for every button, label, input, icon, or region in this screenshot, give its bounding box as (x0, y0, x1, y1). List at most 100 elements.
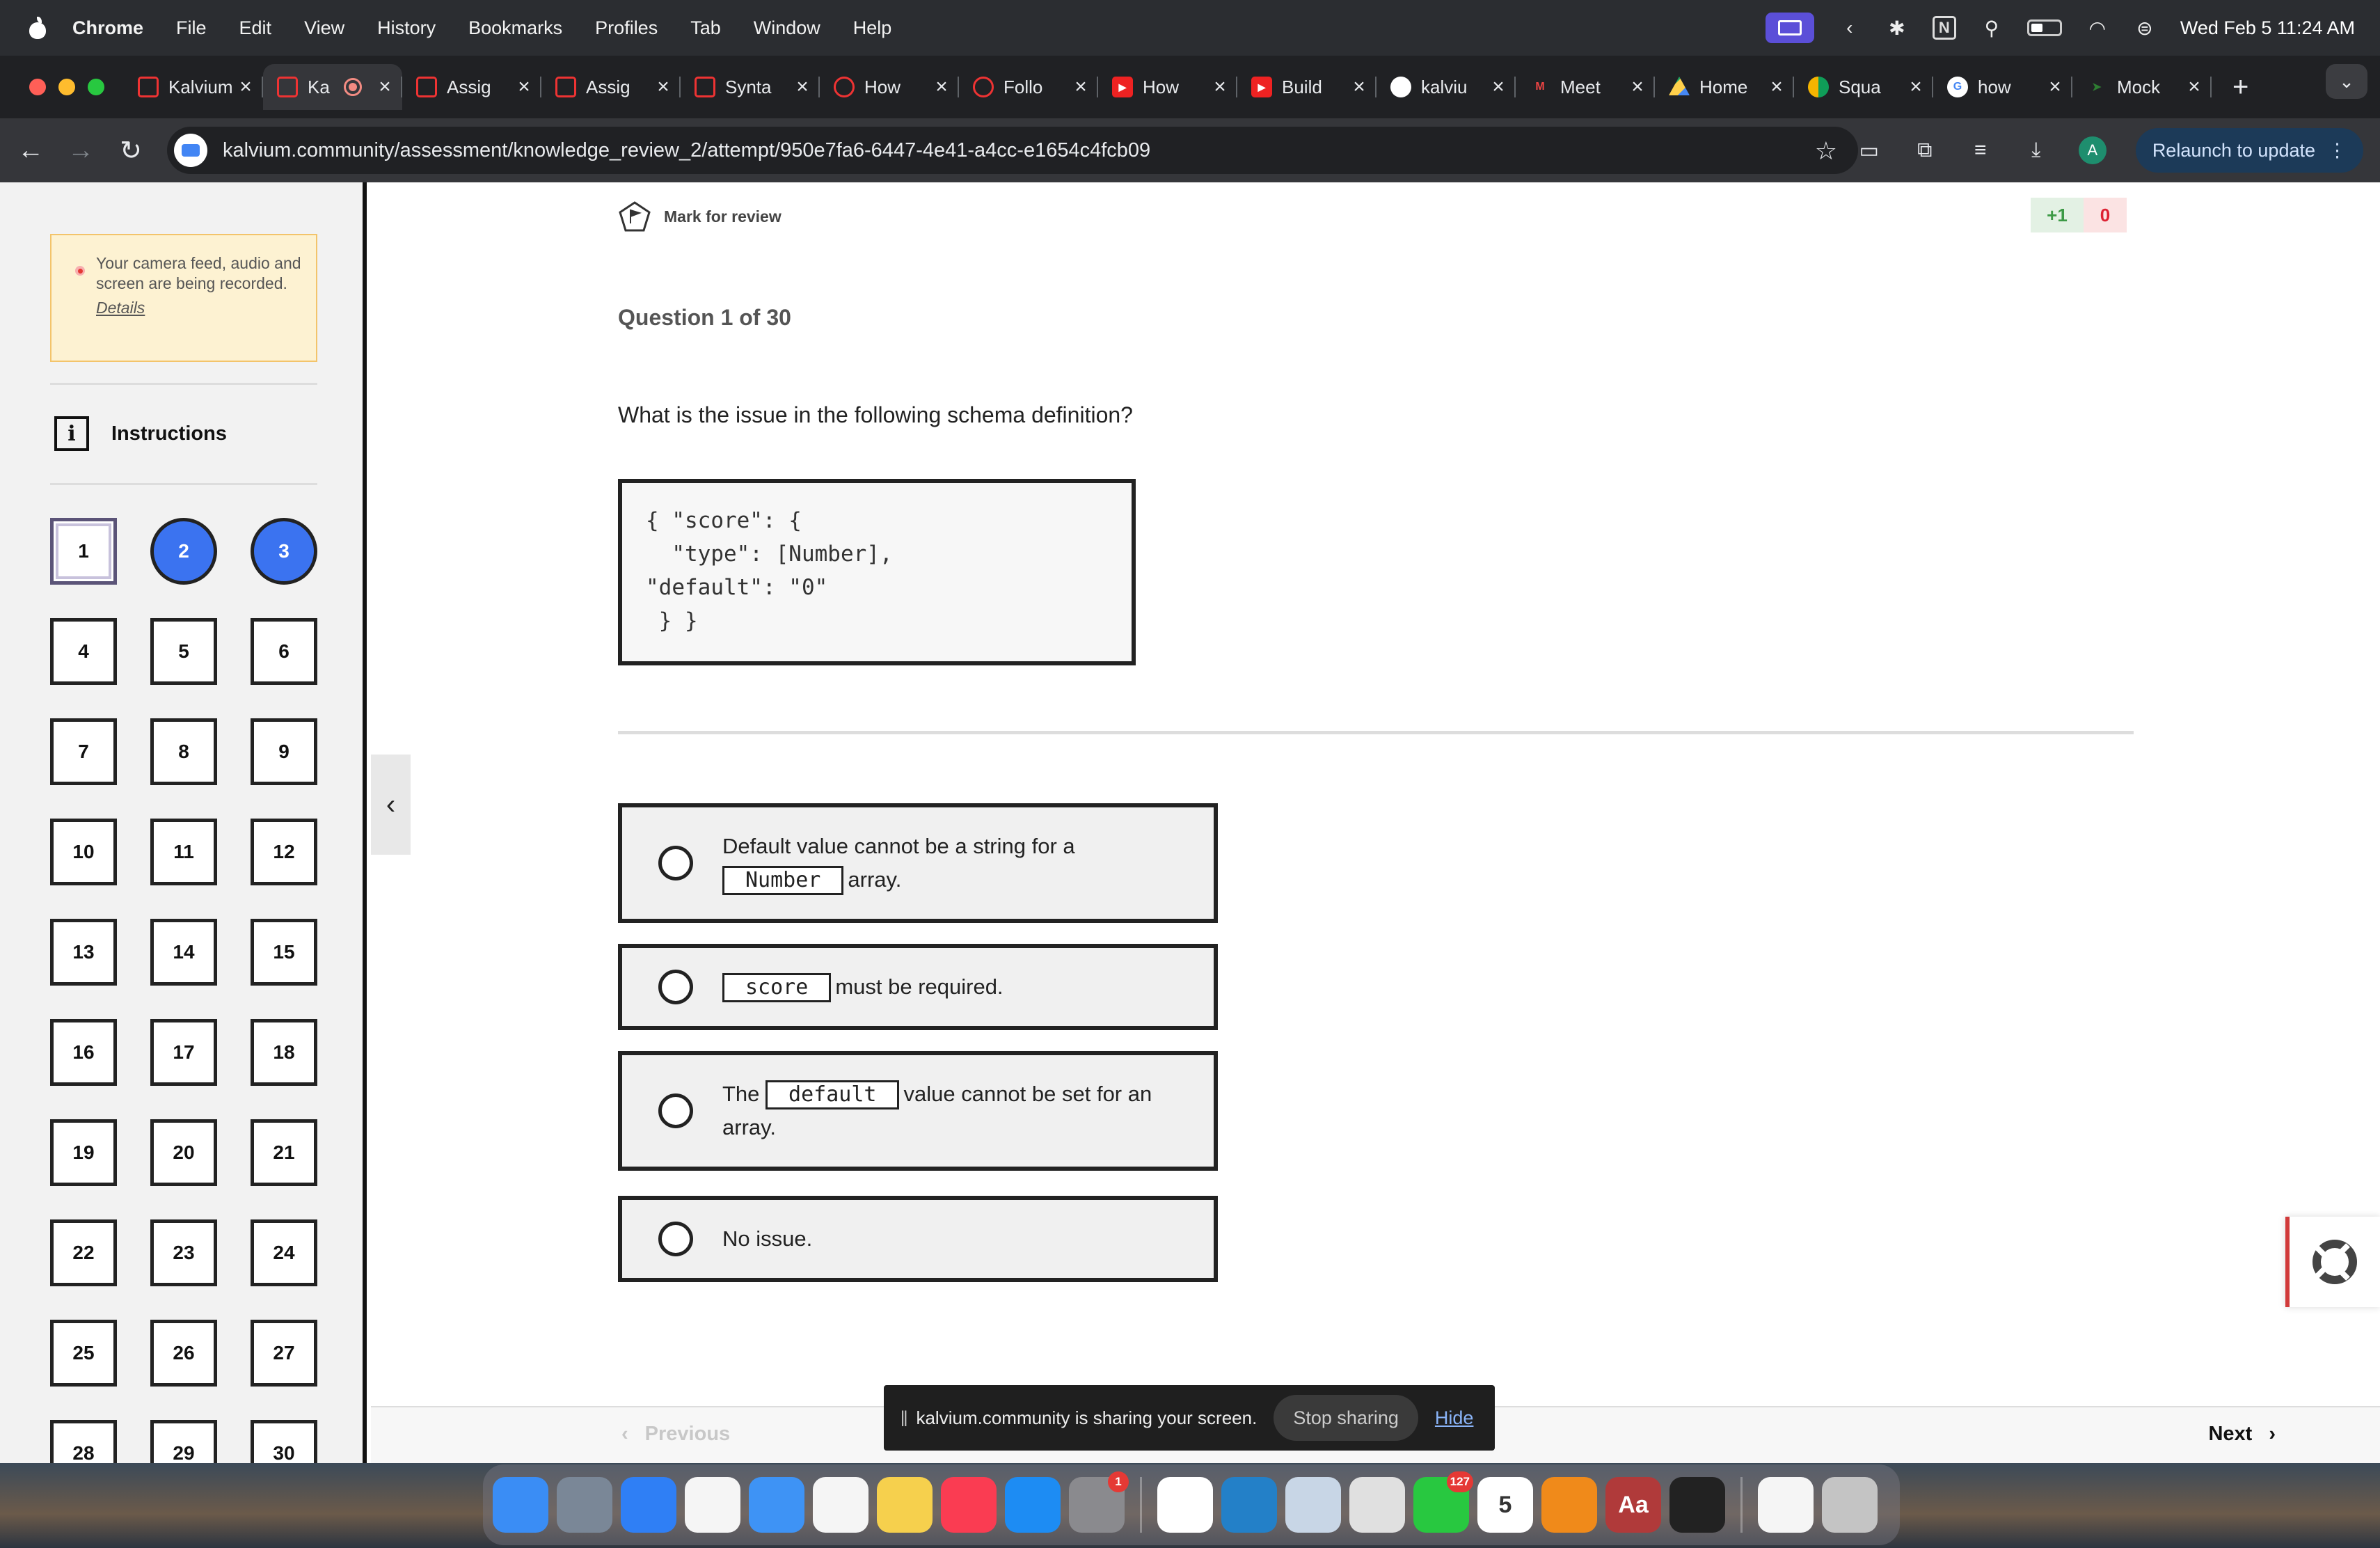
question-nav-14[interactable]: 14 (150, 919, 217, 986)
close-tab-icon[interactable]: × (237, 75, 255, 99)
close-tab-icon[interactable]: × (793, 75, 811, 99)
vlc-icon[interactable] (1541, 1477, 1597, 1533)
question-nav-24[interactable]: 24 (251, 1219, 317, 1286)
address-bar[interactable]: kalvium.community/assessment/knowledge_r… (167, 127, 1858, 174)
launchpad-icon[interactable] (557, 1477, 612, 1533)
preview-icon[interactable] (1285, 1477, 1341, 1533)
app-store-icon[interactable] (1005, 1477, 1061, 1533)
forward-icon[interactable]: → (56, 136, 106, 166)
bluetooth-icon[interactable]: ✱ (1885, 16, 1909, 40)
question-nav-9[interactable]: 9 (251, 718, 317, 785)
browser-tab[interactable]: How × (820, 64, 959, 110)
question-nav-8[interactable]: 8 (150, 718, 217, 785)
more-icon[interactable]: ⋮ (2328, 140, 2347, 161)
zoom-window-button[interactable] (88, 79, 104, 95)
usb-icon[interactable]: ⚲ (1980, 16, 2004, 40)
question-nav-28[interactable]: 28 (50, 1420, 117, 1463)
question-nav-26[interactable]: 26 (150, 1320, 217, 1387)
apple-icon[interactable] (28, 17, 47, 39)
question-nav-3[interactable]: 3 (251, 518, 317, 585)
site-info-icon[interactable] (174, 134, 207, 167)
close-tab-icon[interactable]: × (1072, 75, 1090, 99)
question-nav-17[interactable]: 17 (150, 1019, 217, 1086)
clock[interactable]: Wed Feb 5 11:24 AM (2180, 17, 2355, 39)
notion-status-icon[interactable]: N (1932, 16, 1956, 40)
question-nav-22[interactable]: 22 (50, 1219, 117, 1286)
question-nav-20[interactable]: 20 (150, 1119, 217, 1186)
question-nav-19[interactable]: 19 (50, 1119, 117, 1186)
close-tab-icon[interactable]: × (2046, 75, 2064, 99)
browser-tab[interactable]: Assig × (402, 64, 541, 110)
bookmark-star-icon[interactable]: ☆ (1815, 136, 1837, 166)
reading-list-icon[interactable]: ≡ (1967, 139, 1994, 162)
answer-option[interactable]: No issue. (618, 1196, 1218, 1282)
question-nav-18[interactable]: 18 (251, 1019, 317, 1086)
menu-app-name[interactable]: Chrome (72, 17, 143, 39)
menu-item-edit[interactable]: Edit (239, 17, 272, 39)
safari-icon[interactable] (621, 1477, 676, 1533)
hide-link[interactable]: Hide (1435, 1407, 1474, 1429)
question-nav-29[interactable]: 29 (150, 1420, 217, 1463)
menu-item-file[interactable]: File (176, 17, 207, 39)
question-nav-16[interactable]: 16 (50, 1019, 117, 1086)
question-nav-12[interactable]: 12 (251, 819, 317, 885)
close-window-button[interactable] (29, 79, 46, 95)
download-icon[interactable]: ⤓ (2023, 139, 2049, 162)
tab-search-button[interactable]: ⌄ (2326, 64, 2367, 99)
question-nav-6[interactable]: 6 (251, 618, 317, 685)
browser-tab[interactable]: Kalvium × (124, 64, 263, 110)
control-center-icon[interactable]: ⊜ (2133, 16, 2157, 40)
question-nav-13[interactable]: 13 (50, 919, 117, 986)
close-tab-icon[interactable]: × (1211, 75, 1229, 99)
browser-tab[interactable]: kalviu × (1377, 64, 1516, 110)
answer-option[interactable]: Default value cannot be a string for a N… (618, 803, 1218, 923)
settings-icon[interactable]: 1 (1069, 1471, 1129, 1533)
battery-icon[interactable] (2026, 19, 2062, 36)
answer-option[interactable]: The default value cannot be set for an ar… (618, 1051, 1218, 1171)
menu-item-bookmarks[interactable]: Bookmarks (468, 17, 562, 39)
radio-button[interactable] (658, 1222, 693, 1256)
chrome-icon[interactable] (1349, 1477, 1405, 1533)
dictionary-icon[interactable]: Aa (1605, 1477, 1661, 1533)
notes-icon[interactable] (877, 1477, 933, 1533)
calendar-icon[interactable]: 5 (1477, 1477, 1533, 1533)
radio-button[interactable] (658, 846, 693, 880)
relaunch-button[interactable]: Relaunch to update ⋮ (2135, 128, 2363, 173)
menu-item-tab[interactable]: Tab (690, 17, 721, 39)
close-tab-icon[interactable]: × (515, 75, 533, 99)
question-nav-15[interactable]: 15 (251, 919, 317, 986)
question-nav-7[interactable]: 7 (50, 718, 117, 785)
previous-button[interactable]: ‹ Previous (621, 1423, 730, 1446)
close-tab-icon[interactable]: × (1768, 75, 1786, 99)
browser-tab[interactable]: Ka × (263, 64, 402, 110)
browser-tab[interactable]: Follo × (959, 64, 1098, 110)
next-button[interactable]: Next › (2208, 1423, 2276, 1446)
browser-tab[interactable]: ➤ Mock × (2072, 64, 2212, 110)
close-tab-icon[interactable]: × (2185, 75, 2203, 99)
question-nav-30[interactable]: 30 (251, 1420, 317, 1463)
document-icon[interactable] (1758, 1477, 1814, 1533)
question-nav-4[interactable]: 4 (50, 618, 117, 685)
trash-icon[interactable] (1822, 1477, 1878, 1533)
answer-option[interactable]: score must be required. (618, 944, 1218, 1030)
menu-item-view[interactable]: View (304, 17, 344, 39)
menu-item-window[interactable]: Window (754, 17, 820, 39)
browser-tab[interactable]: M Meet × (1516, 64, 1655, 110)
music-icon[interactable] (941, 1477, 997, 1533)
help-button[interactable] (2285, 1217, 2380, 1307)
notion-icon[interactable] (1157, 1477, 1213, 1533)
browser-tab[interactable]: ▶ How × (1098, 64, 1237, 110)
extensions-icon[interactable]: ⧉ (1912, 139, 1938, 162)
question-nav-10[interactable]: 10 (50, 819, 117, 885)
question-nav-23[interactable]: 23 (150, 1219, 217, 1286)
menu-item-history[interactable]: History (377, 17, 436, 39)
terminal-icon[interactable] (1669, 1477, 1725, 1533)
reload-icon[interactable]: ↻ (106, 135, 156, 166)
back-icon[interactable]: ← (6, 136, 56, 166)
stop-sharing-button[interactable]: Stop sharing (1274, 1395, 1418, 1441)
minimize-window-button[interactable] (58, 79, 75, 95)
question-nav-27[interactable]: 27 (251, 1320, 317, 1387)
menu-item-profiles[interactable]: Profiles (595, 17, 658, 39)
finder-icon[interactable] (493, 1477, 548, 1533)
question-nav-25[interactable]: 25 (50, 1320, 117, 1387)
